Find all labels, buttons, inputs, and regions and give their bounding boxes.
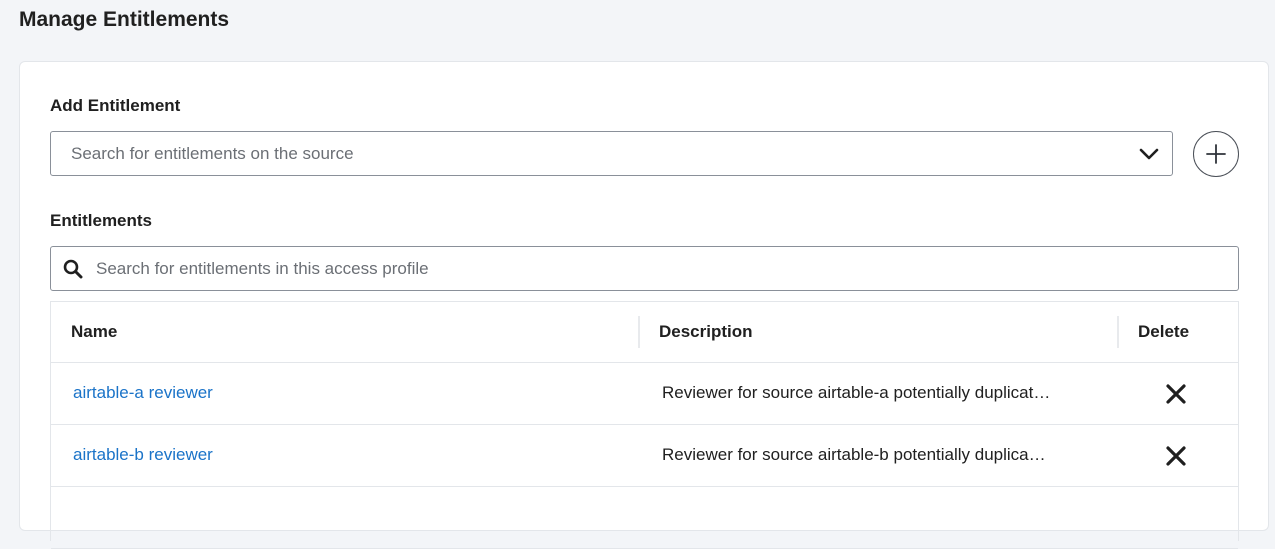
table-row: airtable-b reviewer Reviewer for source … xyxy=(51,425,1238,487)
entitlement-description: Reviewer for source airtable-a potential… xyxy=(662,383,1051,402)
entitlement-name-link[interactable]: airtable-b reviewer xyxy=(73,445,213,465)
manage-entitlements-card: Add Entitlement Search for entitlements … xyxy=(19,61,1269,549)
column-header-description[interactable]: Description xyxy=(659,322,753,342)
column-header-name[interactable]: Name xyxy=(71,322,117,342)
table-row: airtable-a reviewer Reviewer for source … xyxy=(51,363,1238,425)
delete-entitlement-button[interactable] xyxy=(1164,444,1188,468)
add-entitlement-button[interactable] xyxy=(1193,131,1239,177)
add-entitlement-dropdown[interactable]: Search for entitlements on the source xyxy=(50,131,1173,176)
column-divider[interactable] xyxy=(638,316,640,348)
table-header: Name Description Delete xyxy=(51,302,1238,363)
entitlement-description: Reviewer for source airtable-b potential… xyxy=(662,445,1046,464)
close-icon xyxy=(1166,384,1186,404)
entitlements-search-field[interactable] xyxy=(50,246,1239,291)
add-entitlement-placeholder: Search for entitlements on the source xyxy=(71,143,354,163)
entitlement-name-link[interactable]: airtable-a reviewer xyxy=(73,383,213,403)
entitlements-search-input[interactable] xyxy=(96,258,1196,279)
entitlements-table: Name Description Delete airtable-a revie… xyxy=(50,301,1239,549)
column-divider[interactable] xyxy=(1117,316,1119,348)
close-icon xyxy=(1166,446,1186,466)
table-row xyxy=(51,487,1238,549)
column-header-delete: Delete xyxy=(1138,322,1190,341)
entitlements-label: Entitlements xyxy=(50,211,153,230)
page-title: Manage Entitlements xyxy=(19,8,230,31)
plus-icon xyxy=(1206,144,1226,164)
delete-entitlement-button[interactable] xyxy=(1164,382,1188,406)
search-icon xyxy=(63,259,83,278)
add-entitlement-label: Add Entitlement xyxy=(50,96,181,115)
chevron-down-icon[interactable] xyxy=(1138,147,1160,161)
